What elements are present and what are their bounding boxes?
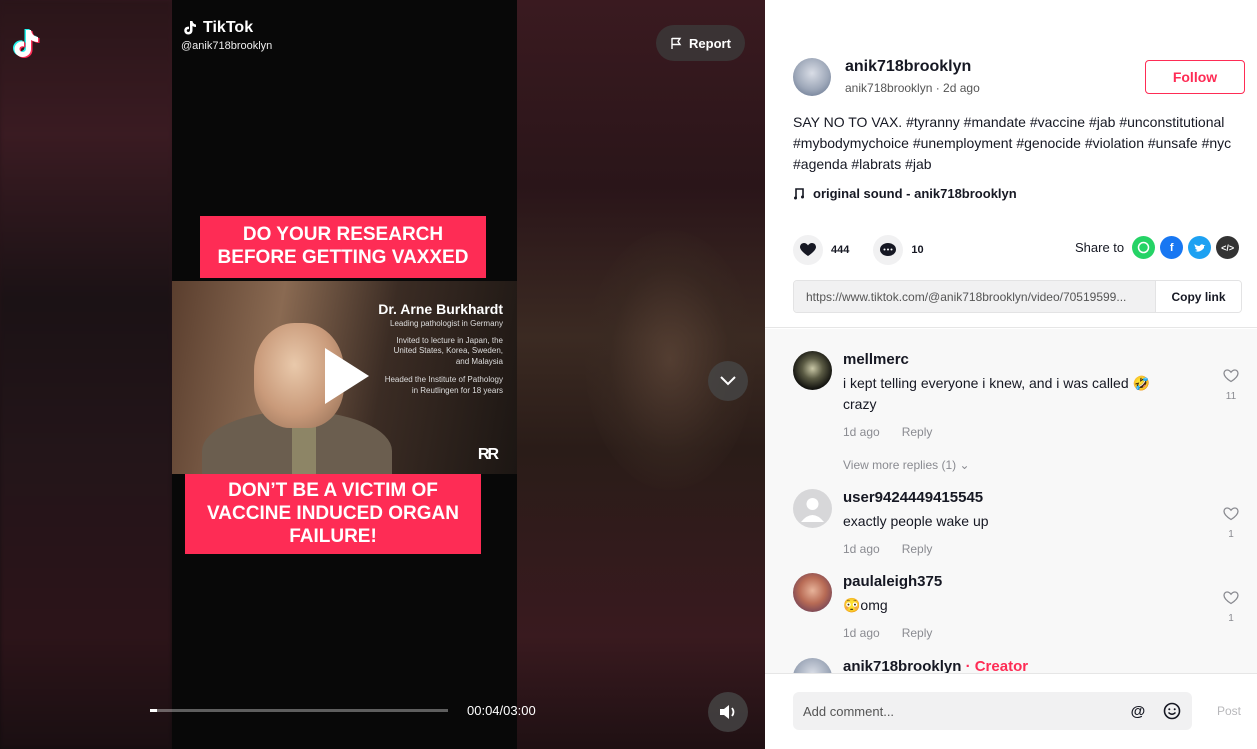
comment-text: 😳omg — [843, 597, 888, 613]
volume-icon — [720, 705, 735, 719]
video-watermark: TikTok @anik718brooklyn — [181, 18, 273, 53]
flag-icon — [671, 37, 682, 49]
comment-button[interactable] — [873, 235, 904, 265]
author-name[interactable]: anik718brooklyn — [845, 58, 971, 76]
watermark-handle: @anik718brooklyn — [181, 40, 273, 52]
blurred-background-figure — [585, 230, 755, 490]
comment-username[interactable]: paulaleigh375 — [843, 573, 942, 590]
chevron-down-icon: ⌄ — [959, 458, 970, 472]
music-note-icon — [794, 188, 804, 200]
reply-link[interactable]: Reply — [902, 425, 933, 439]
commenter-avatar[interactable] — [793, 573, 832, 612]
tiktok-note-icon — [184, 21, 196, 35]
comment-username[interactable]: user9424449415545 — [843, 489, 983, 506]
commenter-avatar[interactable] — [793, 658, 832, 673]
video-time: 00:04/03:00 — [467, 703, 536, 718]
caption-top: DO YOUR RESEARCH BEFORE GETTING VAXXED — [200, 216, 486, 278]
video-progress-bar[interactable] — [150, 709, 448, 712]
comment-like-count: 11 — [1225, 391, 1237, 402]
comment-like[interactable]: 1 — [1219, 507, 1243, 540]
comment-like-count: 1 — [1228, 613, 1234, 624]
inset-line2: Headed the Institute of Pathology in Reu… — [384, 375, 503, 395]
comment-username[interactable]: anik718brooklyn · Creator — [843, 658, 1028, 673]
heart-outline-icon — [1223, 507, 1239, 521]
author-avatar[interactable] — [793, 58, 831, 96]
default-avatar-icon — [801, 498, 824, 522]
comment-like[interactable]: 1 — [1219, 591, 1243, 624]
share-link[interactable]: https://www.tiktok.com/@anik718brooklyn/… — [794, 281, 1155, 312]
post-description: SAY NO TO VAX. #tyranny #mandate #vaccin… — [793, 114, 1232, 172]
comment-meta: 1d ago Reply — [843, 425, 932, 439]
inset-name: Dr. Arne Burkhardt — [378, 301, 503, 317]
comment-date: 1d ago — [843, 425, 880, 439]
whatsapp-icon[interactable] — [1132, 236, 1156, 259]
blurred-background-left — [0, 0, 172, 749]
inset-logo: RR — [477, 446, 499, 463]
emoji-icon[interactable] — [1162, 701, 1182, 721]
comment-date: 1d ago — [843, 542, 880, 556]
report-label: Report — [689, 35, 731, 51]
post-info: anik718brooklyn anik718brooklyn · 2d ago… — [765, 0, 1257, 328]
comment-icon — [880, 243, 897, 256]
volume-button[interactable] — [708, 692, 748, 732]
sound-label: original sound - anik718brooklyn — [813, 186, 1017, 201]
comment-input[interactable]: Add comment... @ — [793, 692, 1192, 730]
chevron-down-icon — [720, 376, 736, 386]
creator-username: anik718brooklyn — [843, 658, 962, 673]
view-more-replies-label: View more replies (1) — [843, 458, 957, 472]
comment-composer: Add comment... @ Post — [765, 673, 1257, 749]
inset-line1: Invited to lecture in Japan, the United … — [393, 336, 503, 366]
comment-meta: 1d ago Reply — [843, 542, 932, 556]
commenter-avatar[interactable] — [793, 351, 832, 390]
video-player-area: TikTok @anik718brooklyn Report DO YOUR R… — [0, 0, 765, 749]
comment-text: exactly people wake up — [843, 513, 989, 529]
figure-tie — [292, 421, 316, 474]
like-count: 444 — [831, 244, 850, 256]
share-link-box: https://www.tiktok.com/@anik718brooklyn/… — [793, 280, 1242, 313]
tiktok-logo-icon[interactable] — [8, 26, 42, 60]
comment-count: 10 — [911, 244, 924, 256]
engagement-stats: 444 10 — [793, 235, 948, 265]
details-panel: anik718brooklyn anik718brooklyn · 2d ago… — [765, 0, 1257, 749]
heart-outline-icon — [1223, 591, 1239, 605]
comment-like[interactable]: 11 — [1219, 369, 1243, 402]
comment-placeholder: Add comment... — [803, 703, 895, 719]
comment-username[interactable]: mellmerc — [843, 351, 909, 368]
follow-button[interactable]: Follow — [1145, 60, 1245, 94]
tiktok-page: TikTok @anik718brooklyn Report DO YOUR R… — [0, 0, 1257, 749]
author-meta: anik718brooklyn · 2d ago — [845, 81, 980, 95]
inset-info: Dr. Arne Burkhardt Leading pathologist i… — [378, 301, 503, 396]
post-button[interactable]: Post — [1217, 704, 1241, 718]
like-button[interactable] — [793, 235, 823, 265]
heart-outline-icon — [1223, 369, 1239, 383]
embed-icon[interactable]: </> — [1216, 236, 1240, 259]
commenter-avatar[interactable] — [793, 489, 832, 528]
watermark-brand: TikTok — [203, 18, 254, 36]
play-icon[interactable] — [325, 348, 369, 404]
video-progress-fill — [150, 709, 158, 712]
reply-link[interactable]: Reply — [902, 542, 933, 556]
inset-subtitle: Leading pathologist in Germany — [390, 319, 503, 328]
share-label: Share to — [1075, 240, 1125, 255]
comment-like-count: 1 — [1228, 529, 1234, 540]
copy-link-button[interactable]: Copy link — [1155, 281, 1241, 312]
sound-link[interactable]: original sound - anik718brooklyn — [793, 186, 1017, 201]
next-video-button[interactable] — [708, 361, 748, 401]
twitter-icon[interactable] — [1188, 236, 1212, 259]
mention-icon[interactable]: @ — [1128, 701, 1148, 721]
comment-date: 1d ago — [843, 626, 880, 640]
comment-text: i kept telling everyone i knew, and i wa… — [843, 375, 1150, 412]
reply-link[interactable]: Reply — [902, 626, 933, 640]
report-button[interactable]: Report — [656, 25, 745, 61]
caption-bottom: DON’T BE A VICTIM OF VACCINE INDUCED ORG… — [185, 474, 481, 555]
facebook-icon[interactable]: f — [1160, 236, 1184, 259]
comment-list[interactable]: mellmerc i kept telling everyone i knew,… — [765, 329, 1257, 673]
comment-meta: 1d ago Reply — [843, 626, 932, 640]
share-row: Share to f </> — [1075, 236, 1240, 259]
view-more-replies[interactable]: View more replies (1) ⌄ — [843, 458, 970, 472]
heart-icon — [800, 243, 816, 256]
creator-tag: · Creator — [965, 658, 1029, 673]
